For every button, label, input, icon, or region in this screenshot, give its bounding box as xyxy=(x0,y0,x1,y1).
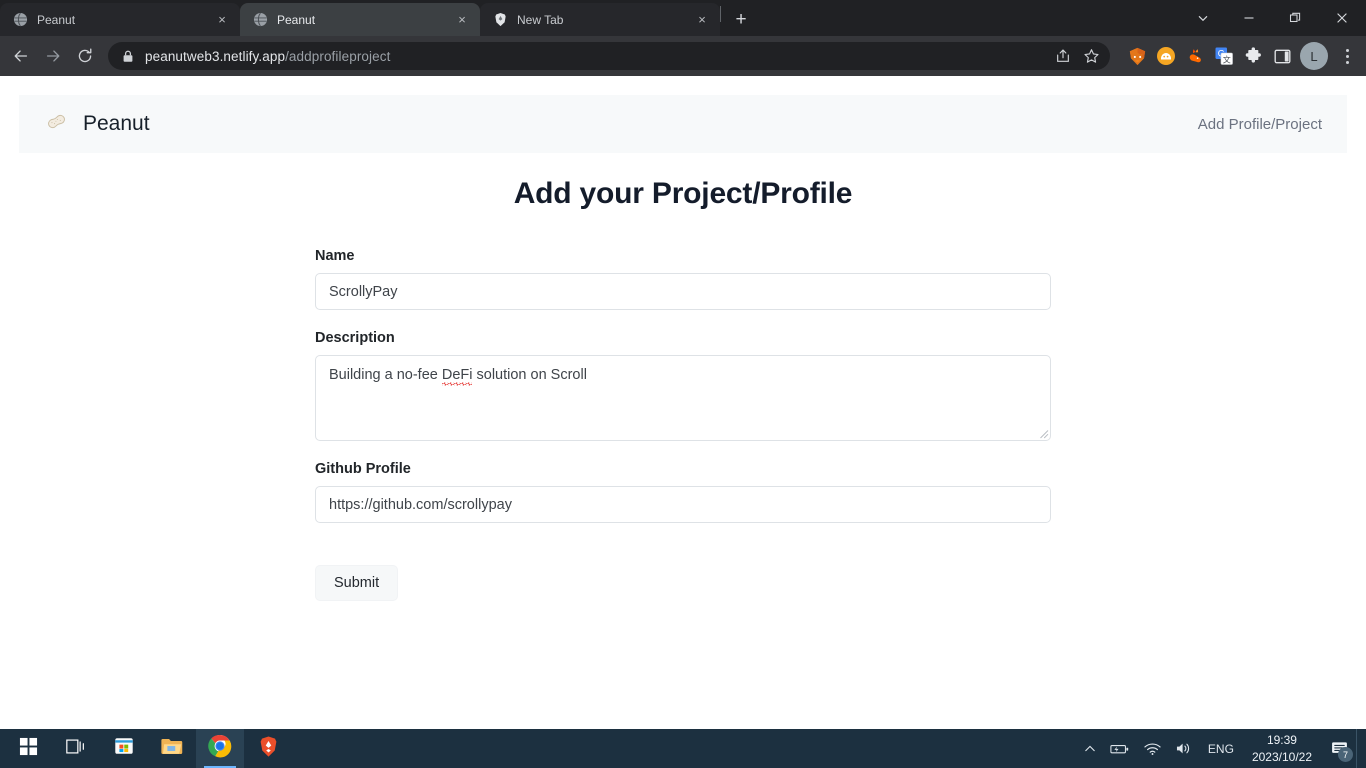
tab-new-tab[interactable]: New Tab × xyxy=(480,3,720,36)
tab-list: Peanut × Peanut × New Tab × + xyxy=(0,0,755,36)
maximize-icon[interactable] xyxy=(1272,0,1318,36)
language-indicator[interactable]: ENG xyxy=(1200,742,1242,756)
submit-button[interactable]: Submit xyxy=(315,565,399,601)
tab-strip: Peanut × Peanut × New Tab × + xyxy=(0,0,1366,36)
rabby-extension-icon[interactable] xyxy=(1182,43,1208,69)
chrome-button[interactable] xyxy=(196,729,244,768)
windows-logo-icon xyxy=(19,737,38,761)
new-tab-button[interactable]: + xyxy=(727,5,755,33)
extension-bar: G文 xyxy=(1118,43,1295,69)
svg-text:文: 文 xyxy=(1223,54,1231,64)
notification-count-badge: 7 xyxy=(1338,747,1353,762)
description-label: Description xyxy=(315,330,395,346)
brave-icon xyxy=(492,12,508,28)
window-controls xyxy=(1180,0,1366,36)
start-button[interactable] xyxy=(4,729,52,768)
taskbar-items xyxy=(4,729,292,768)
page-viewport: Peanut Add Profile/Project Add your Proj… xyxy=(0,76,1366,729)
close-icon[interactable]: × xyxy=(454,12,470,28)
file-explorer-button[interactable] xyxy=(148,729,196,768)
minimize-icon[interactable] xyxy=(1226,0,1272,36)
tab-peanut-2[interactable]: Peanut × xyxy=(240,3,480,36)
three-dot-menu-icon[interactable] xyxy=(1334,48,1360,64)
desc-part-after: solution on Scroll xyxy=(472,367,587,383)
metamask-extension-icon[interactable] xyxy=(1124,43,1150,69)
close-icon[interactable] xyxy=(1318,0,1366,36)
chrome-icon xyxy=(208,734,232,763)
field-github-profile: Github Profile xyxy=(315,461,1051,523)
github-profile-label: Github Profile xyxy=(315,461,411,477)
close-icon[interactable]: × xyxy=(694,12,710,28)
omnibox-actions xyxy=(1050,43,1104,69)
chevron-up-icon[interactable] xyxy=(1077,729,1103,768)
add-project-form: Name Description Building a no-fee DeFi … xyxy=(315,248,1051,601)
desc-part-before: Building a no-fee xyxy=(329,367,442,383)
show-desktop-button[interactable] xyxy=(1356,729,1362,768)
forward-arrow-icon[interactable] xyxy=(38,41,68,71)
microsoft-store-icon xyxy=(113,735,135,762)
lock-icon xyxy=(120,50,136,63)
notification-icon[interactable]: 7 xyxy=(1322,729,1356,768)
tab-title: Peanut xyxy=(277,12,316,27)
peanut-logo-icon xyxy=(44,109,69,139)
clock-time: 19:39 xyxy=(1266,733,1297,748)
name-input[interactable] xyxy=(315,273,1051,310)
battery-charging-icon[interactable] xyxy=(1103,729,1137,768)
browser-toolbar: peanutweb3.netlify.app/addprofileproject xyxy=(0,36,1366,76)
field-description: Description Building a no-fee DeFi solut… xyxy=(315,330,1051,441)
description-textarea-wrapper: Building a no-fee DeFi solution on Scrol… xyxy=(315,355,1051,441)
microsoft-store-button[interactable] xyxy=(100,729,148,768)
name-label: Name xyxy=(315,248,355,264)
tab-peanut-1[interactable]: Peanut × xyxy=(0,3,240,36)
site-navbar: Peanut Add Profile/Project xyxy=(19,95,1347,153)
system-tray: ENG 19:39 2023/10/22 7 xyxy=(1077,729,1366,768)
share-icon[interactable] xyxy=(1050,43,1076,69)
brand-name: Peanut xyxy=(83,112,150,135)
tab-title: Peanut xyxy=(37,12,76,27)
address-bar[interactable]: peanutweb3.netlify.app/addprofileproject xyxy=(108,42,1110,70)
desc-misspelled-word: DeFi xyxy=(441,367,473,383)
back-arrow-icon[interactable] xyxy=(6,41,36,71)
side-panel-icon[interactable] xyxy=(1269,43,1295,69)
field-name: Name xyxy=(315,248,1051,310)
url-path: /addprofileproject xyxy=(285,48,391,64)
windows-taskbar: ENG 19:39 2023/10/22 7 xyxy=(0,729,1366,768)
star-icon[interactable] xyxy=(1078,43,1104,69)
google-translate-extension-icon[interactable]: G文 xyxy=(1211,43,1237,69)
brave-icon xyxy=(257,735,280,763)
close-icon[interactable]: × xyxy=(214,12,230,28)
reload-icon[interactable] xyxy=(70,41,100,71)
avatar[interactable]: L xyxy=(1300,42,1328,70)
brand[interactable]: Peanut xyxy=(44,109,150,139)
speaker-icon[interactable] xyxy=(1168,729,1200,768)
extensions-puzzle-icon[interactable] xyxy=(1240,43,1266,69)
task-view-button[interactable] xyxy=(52,729,100,768)
github-profile-input[interactable] xyxy=(315,486,1051,523)
description-textarea[interactable]: Building a no-fee DeFi solution on Scrol… xyxy=(315,355,1051,441)
file-explorer-icon xyxy=(160,736,184,762)
tab-divider xyxy=(720,5,721,22)
wifi-icon[interactable] xyxy=(1137,729,1168,768)
clock-date: 2023/10/22 xyxy=(1251,749,1312,764)
brave-button[interactable] xyxy=(244,729,292,768)
clock[interactable]: 19:39 2023/10/22 xyxy=(1242,732,1322,764)
url-domain: peanutweb3.netlify.app xyxy=(145,48,286,64)
task-view-icon xyxy=(65,737,87,761)
browser-window: Peanut × Peanut × New Tab × + peanutweb3… xyxy=(0,0,1366,729)
nav-link-add-profile-project[interactable]: Add Profile/Project xyxy=(1198,116,1322,133)
page-title: Add your Project/Profile xyxy=(513,177,853,210)
tab-title: New Tab xyxy=(517,12,564,27)
globe-icon xyxy=(252,12,268,28)
address-bar-text: peanutweb3.netlify.app/addprofileproject xyxy=(145,49,1050,64)
phantom-extension-icon[interactable] xyxy=(1153,43,1179,69)
globe-icon xyxy=(12,12,28,28)
chevron-down-icon[interactable] xyxy=(1180,0,1226,36)
